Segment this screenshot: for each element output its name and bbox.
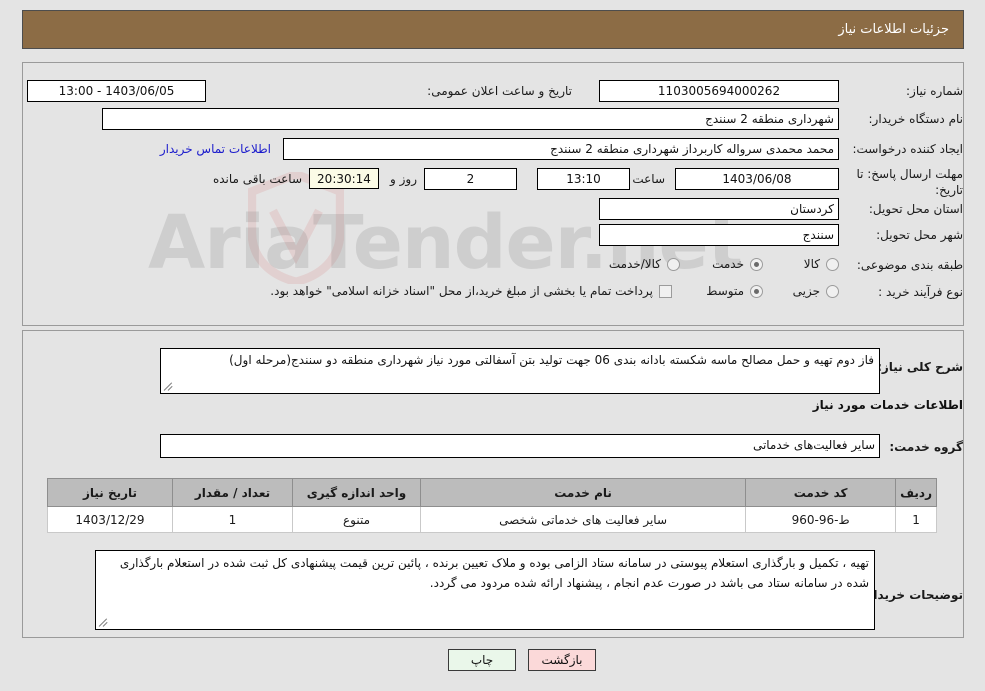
cell-row: 1 [895, 506, 937, 533]
buyer-notes-textarea[interactable]: تهیه ، تکمیل و بارگذاری استعلام پیوستی د… [95, 550, 875, 630]
description-value: فاز دوم تهیه و حمل مصالح ماسه شکسته بادا… [229, 353, 874, 367]
need-number-value: 1103005694000262 [599, 80, 839, 102]
cell-need-date: 1403/12/29 [47, 506, 173, 533]
checkbox-treasury-icon[interactable] [659, 284, 672, 298]
radio-khedmat-icon[interactable] [750, 257, 763, 271]
process-option-motavaset-label: متوسط [706, 284, 744, 298]
info-panel-top-border [22, 62, 964, 63]
remaining-days-unit: روز و [390, 172, 417, 186]
description-textarea[interactable]: فاز دوم تهیه و حمل مصالح ماسه شکسته بادا… [160, 348, 880, 394]
countdown-value: 20:30:14 [309, 168, 379, 189]
page-title: جزئیات اطلاعات نیاز [838, 22, 949, 37]
process-option-jozii-label: جزیی [792, 284, 820, 298]
info-panel-bottom-border [22, 325, 964, 326]
need-details-page: AriaTender.net جزئیات اطلاعات نیاز شماره… [0, 0, 985, 691]
category-option-kala-label: کالا [803, 257, 820, 271]
deadline-label: مهلت ارسال پاسخ: تا تاریخ: [856, 167, 963, 197]
col-qty: تعداد / مقدار [172, 478, 293, 507]
radio-motavaset-icon[interactable] [750, 284, 763, 298]
province-value: کردستان [599, 198, 839, 220]
table-row: 1 ط-96-960 سایر فعالیت های خدماتی شخصی م… [47, 506, 937, 533]
deadline-time-value: 13:10 [537, 168, 630, 190]
print-button[interactable]: چاپ [448, 649, 516, 671]
cell-name: سایر فعالیت های خدماتی شخصی [419, 506, 747, 533]
service-group-label: گروه خدمت: [889, 440, 963, 454]
announce-datetime-label: تاریخ و ساعت اعلان عمومی: [427, 84, 572, 98]
col-unit: واحد اندازه گیری [292, 478, 421, 507]
process-option-jozii[interactable]: جزیی [793, 284, 839, 298]
table-header-row: ردیف کد خدمت نام خدمت واحد اندازه گیری ت… [47, 478, 937, 507]
radio-jozii-icon[interactable] [826, 284, 839, 298]
requester-value: محمد محمدی سرواله کاربرداز شهرداری منطقه… [283, 138, 839, 160]
treasury-bond-label: پرداخت تمام یا بخشی از مبلغ خرید،از محل … [270, 284, 653, 298]
deadline-time-label: ساعت [632, 172, 665, 186]
city-value: سنندج [599, 224, 839, 246]
announce-datetime-value: 1403/06/05 - 13:00 [27, 80, 206, 102]
province-label: استان محل تحویل: [868, 202, 963, 216]
notes-resize-grip-icon[interactable] [98, 618, 108, 627]
info-panel-right-border [963, 62, 964, 325]
category-option-khedmat-label: خدمت [712, 257, 744, 271]
process-option-motavaset[interactable]: متوسط [706, 284, 763, 298]
buyer-contact-link[interactable]: اطلاعات تماس خریدار [160, 142, 271, 156]
services-section-title: اطلاعات خدمات مورد نیاز [812, 398, 963, 412]
deadline-date-value: 1403/06/08 [675, 168, 839, 190]
need-number-label: شماره نیاز: [906, 84, 963, 98]
service-group-value: سایر فعالیت‌های خدماتی [160, 434, 880, 458]
cell-unit: متنوع [292, 506, 421, 533]
page-header-bar: جزئیات اطلاعات نیاز [22, 10, 964, 49]
buyer-org-label: نام دستگاه خریدار: [868, 112, 964, 126]
category-option-kala[interactable]: کالا [804, 257, 839, 271]
remaining-days-value: 2 [424, 168, 517, 190]
description-label: شرح کلی نیاز: [877, 360, 963, 374]
buyer-notes-label: توضیحات خریدار: [861, 588, 963, 602]
detail-panel-left-border [22, 330, 23, 637]
info-panel-left-border [22, 62, 23, 325]
col-need-date: تاریخ نیاز [47, 478, 173, 507]
treasury-bond-checkbox-group[interactable]: پرداخت تمام یا بخشی از مبلغ خرید،از محل … [270, 284, 672, 298]
resize-grip-icon[interactable] [163, 382, 173, 391]
detail-panel-right-border [963, 330, 964, 637]
category-option-khedmat[interactable]: خدمت [712, 257, 763, 271]
col-row: ردیف [895, 478, 937, 507]
radio-kala-icon[interactable] [826, 257, 839, 271]
buyer-org-value: شهرداری منطقه 2 سنندج [102, 108, 839, 130]
back-button[interactable]: بازگشت [528, 649, 596, 671]
city-label: شهر محل تحویل: [876, 228, 963, 242]
buyer-notes-value: تهیه ، تکمیل و بارگذاری استعلام پیوستی د… [119, 556, 869, 590]
category-option-kala-khedmat-label: کالا/خدمت [608, 257, 661, 271]
category-option-kala-khedmat[interactable]: کالا/خدمت [609, 257, 680, 271]
requester-label: ایجاد کننده درخواست: [852, 142, 963, 156]
cell-qty: 1 [172, 506, 293, 533]
col-code: کد خدمت [745, 478, 897, 507]
col-name: نام خدمت [419, 478, 747, 507]
category-label: طبقه بندی موضوعی: [856, 258, 963, 272]
detail-panel-bottom-border [22, 637, 964, 638]
process-label: نوع فرآیند خرید : [878, 285, 963, 299]
cell-code: ط-96-960 [745, 506, 897, 533]
countdown-unit: ساعت باقی مانده [212, 172, 302, 186]
services-table: ردیف کد خدمت نام خدمت واحد اندازه گیری ت… [47, 478, 937, 533]
radio-kala-khedmat-icon[interactable] [667, 257, 680, 271]
detail-panel-top-border [22, 330, 964, 331]
